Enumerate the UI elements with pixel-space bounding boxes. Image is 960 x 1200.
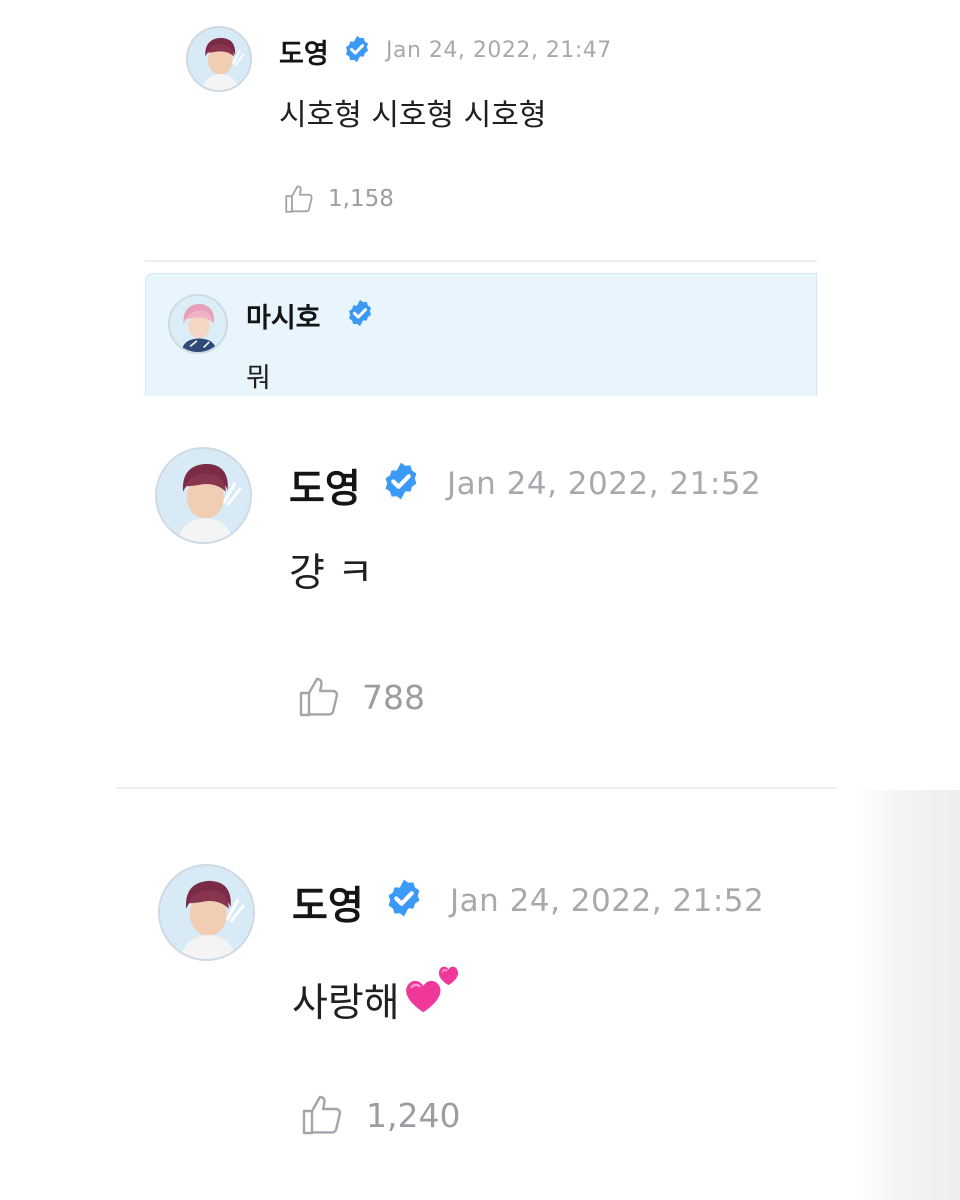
two-hearts-emoji: [402, 956, 464, 1028]
comment-text: 걍 ㅋ: [289, 551, 374, 596]
verified-badge-icon: [380, 460, 422, 502]
like-count: 788: [362, 677, 425, 717]
thumbs-up-icon: [282, 182, 316, 216]
avatar[interactable]: [158, 864, 255, 961]
like-count: 1,158: [328, 186, 394, 212]
like-count: 1,240: [366, 1095, 461, 1135]
author-name[interactable]: 마시호: [246, 296, 321, 335]
quoted-comment[interactable]: 마시호 뭐: [145, 273, 817, 396]
like-button[interactable]: 788: [295, 673, 425, 721]
verified-badge-icon: [345, 298, 375, 328]
verified-badge-icon: [342, 34, 372, 64]
comment-text: 사랑해: [292, 956, 464, 1028]
divider: [145, 260, 817, 262]
author-name[interactable]: 도영: [279, 32, 329, 71]
timestamp: Jan 24, 2022, 21:52: [450, 883, 765, 919]
avatar[interactable]: [168, 294, 228, 354]
comment-text: 시호형 시호형 시호형: [279, 98, 547, 133]
verified-badge-icon: [383, 877, 425, 919]
divider: [117, 787, 836, 789]
like-button[interactable]: 1,240: [298, 1091, 460, 1139]
comment-text-label: 사랑해: [292, 981, 400, 1026]
like-button[interactable]: 1,158: [282, 182, 394, 216]
thumbs-up-icon: [295, 673, 343, 721]
avatar[interactable]: [186, 26, 252, 92]
thumbs-up-icon: [298, 1091, 346, 1139]
author-name[interactable]: 도영: [289, 458, 361, 514]
timestamp: Jan 24, 2022, 21:47: [386, 38, 612, 63]
quoted-text: 뭐: [246, 363, 271, 394]
timestamp: Jan 24, 2022, 21:52: [447, 466, 762, 502]
avatar[interactable]: [155, 447, 252, 544]
background-shade: [855, 790, 960, 1200]
author-name[interactable]: 도영: [292, 875, 364, 931]
